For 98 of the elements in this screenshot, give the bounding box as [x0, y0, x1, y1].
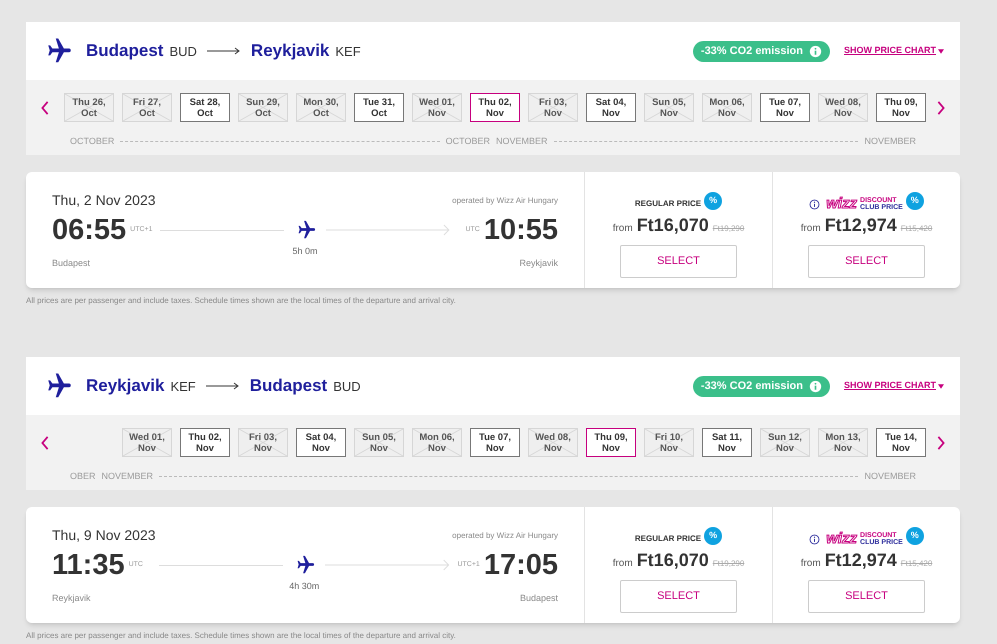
- date-button[interactable]: Sat 28, Oct: [180, 93, 230, 122]
- original-price: Ft15,420: [900, 558, 932, 570]
- select-button[interactable]: SELECT: [620, 245, 737, 278]
- fare-price: Ft16,070: [636, 214, 709, 237]
- date-button[interactable]: Fri 27, Oct: [122, 93, 172, 122]
- date-button[interactable]: Fri 03, Nov: [528, 93, 578, 122]
- fare-label: REGULAR PRICE: [634, 533, 702, 545]
- discount-badge: %: [906, 192, 924, 210]
- date-button[interactable]: Tue 14, Nov: [876, 428, 926, 457]
- date-button[interactable]: Wed 01, Nov: [412, 93, 462, 122]
- month-label: NOVEMBER: [102, 470, 154, 483]
- date-button[interactable]: Thu 09, Nov: [876, 93, 926, 122]
- departure-city: Reykjavik: [52, 592, 91, 605]
- fare-label: REGULAR PRICE: [634, 198, 702, 210]
- select-button[interactable]: SELECT: [808, 580, 925, 613]
- emission-text: -33% CO2 emission: [700, 44, 803, 59]
- arrival-time: 17:05: [484, 548, 558, 582]
- destination-city: Budapest: [250, 375, 328, 398]
- date-button[interactable]: Mon 06, Nov: [702, 93, 752, 122]
- date-button[interactable]: Fri 03, Nov: [238, 428, 288, 457]
- arrow-line-icon: [325, 559, 450, 571]
- departure-city: Budapest: [52, 257, 90, 270]
- fare-price: Ft12,974: [824, 214, 897, 237]
- origin-city: Reykjavik: [86, 375, 164, 398]
- destination-code: KEF: [335, 43, 361, 62]
- operator-text: operated by Wizz Air Hungary: [452, 194, 558, 206]
- date-button[interactable]: Sat 04, Nov: [296, 428, 346, 457]
- caret-icon: [938, 48, 944, 54]
- date-button[interactable]: Sun 05, Nov: [644, 93, 694, 122]
- origin-code: BUD: [169, 43, 197, 62]
- flight-duration: 5h 0m: [292, 245, 318, 258]
- from-label: from: [612, 557, 633, 571]
- departure-time: 06:55: [52, 213, 126, 247]
- price-note: All prices are per passenger and include taxes. Schedule times shown are the local times of the departure and arrival city.: [26, 295, 457, 307]
- date-button[interactable]: Mon 06, Nov: [412, 428, 462, 457]
- flight-duration: 4h 30m: [289, 580, 320, 593]
- info-icon: [809, 534, 820, 544]
- departure-time: 11:35: [52, 548, 125, 582]
- flight-date: Thu, 2 Nov 2023: [52, 191, 156, 210]
- arrival-city: Reykjavik: [519, 257, 558, 270]
- arrival-time: 10:55: [484, 213, 558, 247]
- origin-code: KEF: [170, 378, 196, 396]
- flight-date: Thu, 9 Nov 2023: [52, 526, 156, 545]
- select-button[interactable]: SELECT: [620, 580, 737, 613]
- month-label: NOVEMBER: [864, 135, 916, 148]
- emission-text: -33% CO2 emission: [700, 378, 803, 394]
- date-button[interactable]: Tue 07, Nov: [470, 428, 520, 457]
- operator-text: operated by Wizz Air Hungary: [452, 530, 558, 542]
- club-logo: wizz: [826, 530, 858, 546]
- club-logo: wizz: [826, 196, 858, 210]
- month-label: NOVEMBER: [496, 135, 548, 148]
- arrival-city: Budapest: [520, 592, 558, 605]
- date-button[interactable]: Wed 08, Nov: [528, 428, 578, 457]
- date-button[interactable]: Fri 10, Nov: [644, 428, 694, 457]
- date-button[interactable]: Tue 31, Oct: [354, 93, 404, 122]
- month-label: OCTOBER: [446, 135, 490, 148]
- original-price: Ft19,290: [712, 223, 744, 235]
- date-button[interactable]: Thu 02, Nov: [180, 428, 230, 457]
- month-label: OCTOBER: [70, 135, 114, 148]
- caret-icon: [938, 384, 944, 388]
- price-note: All prices are per passenger and include taxes. Schedule times shown are the local times of the departure and arrival city.: [26, 630, 457, 642]
- destination-city: Reykjavik: [250, 40, 330, 62]
- from-label: from: [612, 222, 633, 236]
- discount-badge: %: [906, 527, 924, 545]
- select-button[interactable]: SELECT: [808, 245, 925, 278]
- original-price: Ft15,420: [900, 223, 932, 235]
- from-label: from: [800, 557, 821, 571]
- arrow-icon: [206, 382, 240, 390]
- price-chart-link[interactable]: SHOW PRICE CHART: [844, 379, 944, 393]
- month-label: NOVEMBER: [864, 470, 916, 483]
- info-icon: [809, 44, 822, 58]
- info-icon: [809, 380, 822, 392]
- date-button[interactable]: Wed 08, Nov: [818, 93, 868, 122]
- date-button[interactable]: Sun 05, Nov: [354, 428, 404, 457]
- date-button[interactable]: Wed 01, Nov: [122, 428, 172, 457]
- date-button[interactable]: Sun 29, Oct: [238, 93, 288, 122]
- origin-city: Budapest: [86, 40, 164, 62]
- date-button[interactable]: Thu 09, Nov: [586, 428, 636, 457]
- date-button[interactable]: Sat 04, Nov: [586, 93, 636, 122]
- arrow-line-icon: [326, 224, 450, 236]
- price-chart-link[interactable]: SHOW PRICE CHART: [844, 44, 944, 58]
- discount-badge: %: [704, 192, 722, 210]
- arrow-icon: [206, 47, 241, 55]
- info-icon: [809, 198, 820, 210]
- date-button[interactable]: Thu 26, Oct: [64, 93, 114, 122]
- date-button[interactable]: Tue 07, Nov: [760, 93, 810, 122]
- date-button[interactable]: Mon 13, Nov: [818, 428, 868, 457]
- date-button[interactable]: Sat 11, Nov: [702, 428, 752, 457]
- date-button[interactable]: Mon 30, Oct: [296, 93, 346, 122]
- date-button[interactable]: Sun 12, Nov: [760, 428, 810, 457]
- month-label: OBER: [70, 470, 96, 483]
- fare-price: Ft16,070: [636, 549, 709, 572]
- fare-price: Ft12,974: [824, 549, 897, 572]
- discount-badge: %: [704, 527, 722, 545]
- from-label: from: [800, 222, 821, 236]
- date-button[interactable]: Thu 02, Nov: [470, 93, 520, 122]
- destination-code: BUD: [333, 378, 361, 396]
- original-price: Ft19,290: [712, 558, 744, 570]
